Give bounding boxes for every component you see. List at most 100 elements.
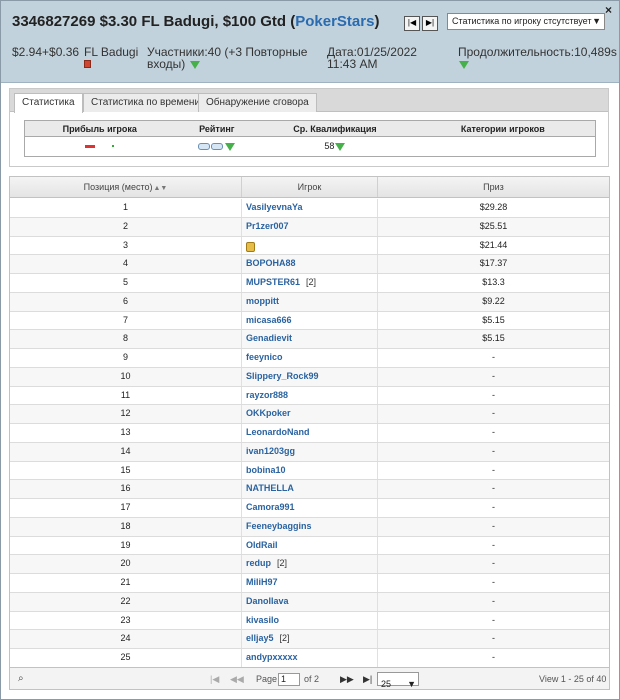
player-name-link[interactable]: Slippery_Rock99	[246, 371, 319, 381]
player-name-link[interactable]: Pr1zer007	[246, 221, 289, 231]
table-row[interactable]: 18 Feeneybaggins -	[10, 517, 609, 537]
table-row[interactable]: 6 moppitt $9.22	[10, 292, 609, 312]
player-cell: LeonardoNand	[242, 424, 378, 442]
table-row[interactable]: 8 Genadievit $5.15	[10, 330, 609, 349]
column-player[interactable]: Игрок	[242, 177, 378, 197]
tab-collusion-detection[interactable]: Обнаружение сговора	[198, 93, 317, 112]
tab-statistics[interactable]: Статистика	[14, 93, 83, 113]
header-rating: Рейтинг	[199, 124, 235, 134]
player-name-link[interactable]: micasa666	[246, 315, 292, 325]
position-cell: 18	[10, 517, 242, 536]
expand-triangle-icon[interactable]	[335, 142, 346, 151]
player-cell: Feeneybaggins	[242, 517, 378, 536]
player-name-link[interactable]: moppitt	[246, 296, 279, 306]
next-page-icon[interactable]: ▶▶	[340, 668, 354, 690]
page-total: of 2	[304, 674, 320, 684]
player-name-link[interactable]: OldRail	[246, 540, 278, 550]
player-name-link[interactable]: andypxxxxx	[246, 652, 298, 662]
position-cell: 8	[10, 330, 242, 348]
search-icon[interactable]: ⌕	[18, 668, 24, 690]
prize-cell: -	[492, 389, 495, 400]
player-name-link[interactable]: redup	[246, 558, 271, 568]
player-cell: MUPSTER61 [2]	[242, 274, 378, 292]
table-row[interactable]: 16 NATHELLA -	[10, 480, 609, 499]
expand-triangle-icon[interactable]	[459, 60, 469, 69]
player-name-link[interactable]: Genadievit	[246, 333, 292, 343]
table-row[interactable]: 14 ivan1203gg -	[10, 442, 609, 462]
table-row[interactable]: 23 kivasilo -	[10, 611, 609, 631]
table-row[interactable]: 1 VasilyevnaYa $29.28	[10, 199, 609, 218]
table-row[interactable]: 19 OldRail -	[10, 536, 609, 556]
player-name-link[interactable]: Camora991	[246, 502, 295, 512]
table-row[interactable]: 25 andypxxxxx -	[10, 649, 609, 668]
page-size-select[interactable]: 25 ▼	[377, 672, 419, 689]
player-name-link[interactable]: VasilyevnaYa	[246, 202, 303, 212]
player-name-link[interactable]: bobina10	[246, 465, 286, 475]
table-row[interactable]: 10 Slippery_Rock99 -	[10, 367, 609, 387]
table-row[interactable]: 9 feeynico -	[10, 349, 609, 368]
player-name-link[interactable]: BOPOHA88	[246, 258, 296, 268]
table-row[interactable]: 22 DanoIIava -	[10, 592, 609, 612]
prize-cell: -	[492, 614, 495, 625]
lock-icon	[246, 241, 255, 252]
player-cell: DanoIIava	[242, 592, 378, 611]
player-name-link[interactable]: Feeneybaggins	[246, 521, 312, 531]
last-page-icon[interactable]: ▶|	[363, 668, 372, 690]
table-row[interactable]: 2 Pr1zer007 $25.51	[10, 217, 609, 237]
page-input[interactable]: 1	[278, 673, 300, 686]
player-name-link[interactable]: NATHELLA	[246, 483, 294, 493]
table-row[interactable]: 17 Camora991 -	[10, 499, 609, 518]
game-info-icon[interactable]	[84, 60, 91, 68]
player-name-link[interactable]: kivasilo	[246, 615, 279, 625]
prize-cell: -	[492, 652, 495, 662]
player-name-link[interactable]: OKKpoker	[246, 408, 291, 418]
table-row[interactable]: 15 bobina10 -	[10, 461, 609, 481]
rating-cell	[174, 137, 259, 156]
player-name-link[interactable]: ivan1203gg	[246, 446, 295, 456]
player-name-link[interactable]: MiliH97	[246, 577, 278, 587]
position-cell: 13	[10, 424, 242, 442]
player-name-link[interactable]: elljay5	[246, 633, 274, 643]
player-cell: micasa666	[242, 311, 378, 330]
column-position[interactable]: Позиция (место)▲▼	[10, 177, 242, 197]
player-name-link[interactable]: rayzor888	[246, 390, 288, 400]
position-cell: 10	[10, 367, 242, 386]
table-row[interactable]: 3 $21.44	[10, 236, 609, 256]
first-page-icon[interactable]: |◀	[210, 668, 219, 690]
player-name-link[interactable]: MUPSTER61	[246, 277, 300, 287]
table-row[interactable]: 7 micasa666 $5.15	[10, 311, 609, 331]
table-row[interactable]: 5 MUPSTER61 [2] $13.3	[10, 274, 609, 293]
table-row[interactable]: 24 elljay5 [2] -	[10, 630, 609, 649]
player-cell: bobina10	[242, 461, 378, 480]
player-stats-select-value: Статистика по игроку стсутствует	[452, 16, 592, 26]
prize-cell: -	[492, 370, 495, 381]
table-row[interactable]: 4 BOPOHA88 $17.37	[10, 255, 609, 274]
player-cell: redup [2]	[242, 555, 378, 573]
table-row[interactable]: 13 LeonardoNand -	[10, 424, 609, 443]
player-cell: NATHELLA	[242, 480, 378, 498]
table-row[interactable]: 12 OKKpoker -	[10, 405, 609, 424]
room-link[interactable]: PokerStars	[295, 13, 374, 30]
table-row[interactable]: 21 MiliH97 -	[10, 574, 609, 593]
duration-text: Продолжительность:10,489s	[458, 45, 617, 59]
close-icon[interactable]: ×	[605, 3, 612, 17]
player-name-link[interactable]: feeynico	[246, 352, 283, 362]
table-row[interactable]: 20 redup [2] -	[10, 555, 609, 574]
stats-header-row: Прибыль игрока Рейтинг Ср. Квалификация …	[25, 121, 595, 137]
tab-time-statistics[interactable]: Статистика по времени	[83, 93, 209, 112]
player-name-link[interactable]: LeonardoNand	[246, 427, 310, 437]
expand-triangle-icon[interactable]	[189, 60, 200, 69]
prev-page-icon[interactable]: ◀◀	[230, 668, 244, 690]
prize-cell: -	[492, 352, 495, 362]
player-cell: BOPOHA88	[242, 255, 378, 273]
table-row[interactable]: 11 rayzor888 -	[10, 386, 609, 406]
column-prize[interactable]: Приз	[378, 177, 609, 197]
player-stats-select[interactable]: Статистика по игроку стсутствует ▼	[447, 13, 605, 30]
position-cell: 12	[10, 405, 242, 423]
last-tournament-button[interactable]: ▶|	[422, 16, 438, 31]
tournament-date: Дата:01/25/2022 11:43 AM	[327, 45, 417, 71]
first-tournament-button[interactable]: |◀	[404, 16, 420, 31]
expand-triangle-icon[interactable]	[225, 142, 236, 151]
buyin: $2.94+$0.36	[12, 45, 80, 59]
player-name-link[interactable]: DanoIIava	[246, 596, 289, 606]
